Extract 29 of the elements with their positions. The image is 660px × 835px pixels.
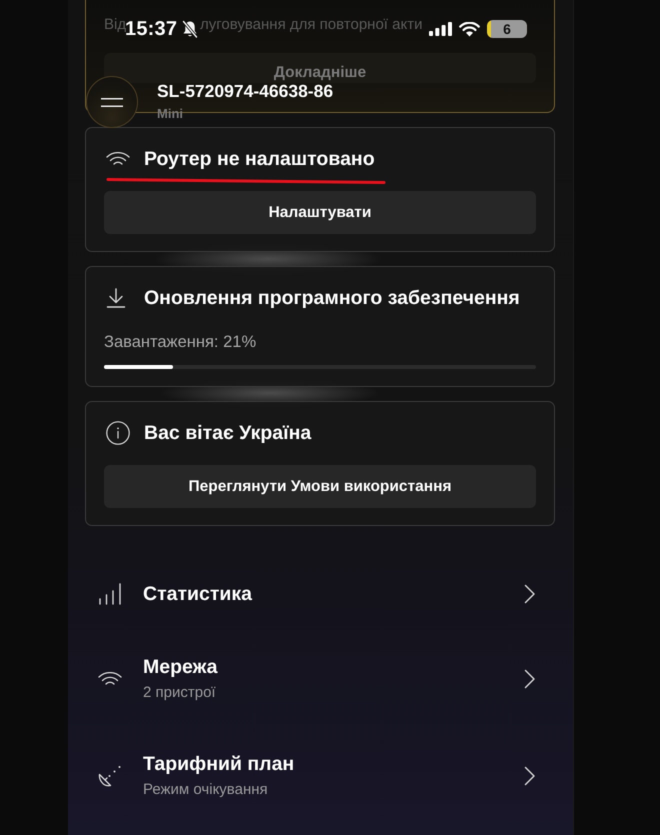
device-name: SL-5720974-46638-86: [157, 80, 334, 102]
menu-item-title[interactable]: Мережа: [143, 655, 503, 679]
menu-item-subtitle: Режим очікування: [143, 780, 269, 800]
details-button[interactable]: Докладніше: [104, 53, 536, 83]
card-title: Оновлення програмного забезпечення: [144, 286, 520, 310]
card-title: Роутер не налаштовано: [144, 148, 375, 170]
battery-indicator: 6: [487, 20, 527, 38]
wifi-icon: [106, 152, 130, 166]
download-icon: [106, 288, 126, 308]
wifi-icon: [98, 672, 122, 686]
menu-item-title[interactable]: Статистика: [143, 582, 503, 606]
status-time: 15:37: [125, 18, 178, 40]
card-title: Вас вітає Україна: [144, 422, 312, 444]
setup-button[interactable]: Налаштувати: [104, 191, 536, 234]
info-icon: [106, 421, 130, 445]
wifi-icon: [459, 22, 480, 36]
menu-item-title[interactable]: Тарифний план: [143, 752, 503, 776]
terms-button[interactable]: Переглянути Умови використання: [104, 465, 536, 508]
menu-item-subtitle: 2 пристрої: [143, 683, 217, 703]
notice-text: Від: [104, 16, 126, 33]
download-status: Завантаження: 21%: [104, 332, 258, 352]
notice-text: луговування для повторної акти: [200, 16, 422, 33]
satellite-dish-icon: [98, 765, 122, 787]
chevron-right-icon[interactable]: [524, 584, 536, 604]
bar-chart-icon: [98, 583, 122, 605]
signal-bars-icon: [429, 22, 452, 36]
chevron-right-icon[interactable]: [524, 766, 536, 786]
menu-icon: [101, 98, 123, 106]
chevron-right-icon[interactable]: [524, 669, 536, 689]
